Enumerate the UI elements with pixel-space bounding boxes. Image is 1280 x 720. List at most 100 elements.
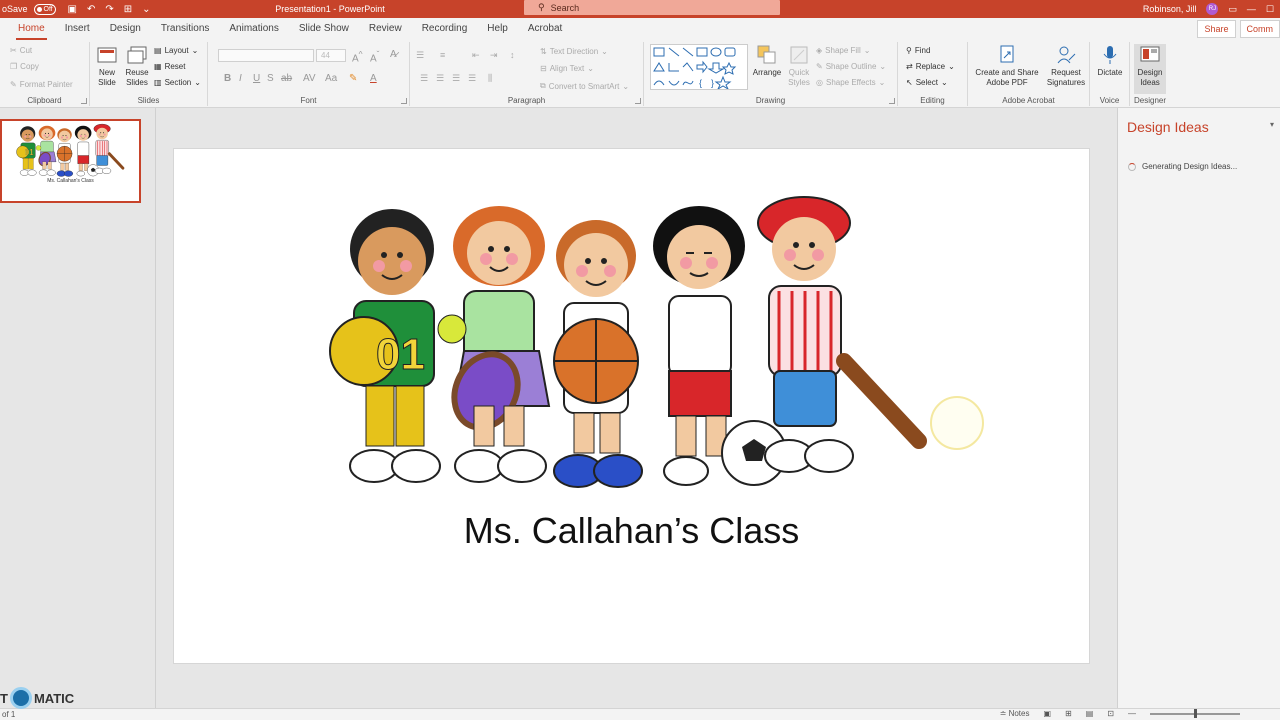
change-case-icon[interactable]: Aa	[325, 73, 337, 84]
columns-icon[interactable]: ⫼	[488, 73, 492, 84]
font-color-icon[interactable]: A	[370, 73, 377, 84]
ribbon-display-icon[interactable]: ▭	[1228, 4, 1237, 15]
tab-help[interactable]: Help	[477, 18, 518, 40]
text-direction-button[interactable]: ⇅ Text Direction ⌄	[540, 47, 608, 56]
smartart-icon: ⧉	[540, 81, 546, 90]
copy-icon: ❐	[10, 62, 18, 71]
slideshow-view-icon[interactable]: ⊡	[1107, 709, 1114, 718]
find-button[interactable]: ⚲ Find	[906, 46, 930, 55]
reading-view-icon[interactable]: ▤	[1086, 709, 1094, 718]
paragraph-launcher[interactable]	[635, 98, 641, 104]
numbering-icon[interactable]: ≡	[440, 50, 445, 60]
decrease-font-icon[interactable]: Aˇ	[370, 49, 379, 64]
decrease-indent-icon[interactable]: ⇤	[472, 50, 480, 61]
search-placeholder: Search	[550, 2, 580, 13]
design-ideas-icon	[1139, 44, 1161, 66]
tab-transitions[interactable]: Transitions	[151, 18, 220, 40]
search-icon: ⚲	[538, 2, 545, 12]
paragraph-label: Paragraph	[507, 96, 546, 105]
select-button[interactable]: ↖ Select ⌄	[906, 78, 948, 87]
screencast-watermark: T MATIC	[0, 687, 74, 709]
cursor-highlight	[930, 396, 984, 450]
bold-icon[interactable]: B	[224, 73, 231, 84]
thumbnail-kids-image	[15, 123, 125, 178]
align-right-icon[interactable]: ☰	[452, 73, 460, 84]
justify-icon[interactable]: ☰	[468, 73, 476, 84]
align-text-button[interactable]: ⊟ Align Text ⌄	[540, 64, 594, 73]
reuse-slides-button[interactable]: Reuse Slides	[124, 44, 150, 88]
user-name: Robinson, Jill	[1142, 4, 1197, 14]
slide-thumbnail-1[interactable]: Ms. Callahan's Class	[0, 119, 141, 203]
shape-fill-button[interactable]: ◈ Shape Fill ⌄	[816, 46, 870, 55]
highlight-icon[interactable]: ✎	[349, 73, 357, 84]
paragraph-group: ☰ ≡ ⇤ ⇥ ↕ ☰ ☰ ☰ ☰ ⫼ ⇅ Text Direction ⌄ ⊟ Al…	[410, 42, 644, 106]
share-button[interactable]: Share	[1197, 20, 1236, 38]
drawing-label: Drawing	[755, 96, 786, 105]
quick-styles-button[interactable]: Quick Styles	[784, 44, 814, 88]
layout-button[interactable]: ▤ Layout ⌄	[154, 46, 198, 55]
maximize-icon[interactable]: ☐	[1266, 4, 1274, 15]
minimize-icon[interactable]: —	[1247, 4, 1256, 14]
convert-smartart-button[interactable]: ⧉ Convert to SmartArt ⌄	[540, 81, 629, 91]
strikethrough-icon[interactable]: ab	[281, 73, 292, 84]
slide-thumbnail-pane: Ms. Callahan's Class	[0, 108, 156, 708]
tab-slide-show[interactable]: Slide Show	[289, 18, 359, 40]
zoom-out-icon[interactable]: —	[1128, 709, 1136, 718]
zoom-slider[interactable]	[1150, 708, 1240, 718]
bullets-icon[interactable]: ☰	[416, 50, 424, 61]
pane-options-icon[interactable]: ▾	[1270, 120, 1274, 129]
shapes-gallery[interactable]: {}	[650, 44, 748, 91]
tab-animations[interactable]: Animations	[219, 18, 288, 40]
align-left-icon[interactable]: ☰	[420, 73, 428, 84]
shape-effects-button[interactable]: ◎ Shape Effects ⌄	[816, 78, 885, 87]
tab-review[interactable]: Review	[359, 18, 412, 40]
clipboard-launcher[interactable]	[81, 98, 87, 104]
tab-acrobat[interactable]: Acrobat	[518, 18, 572, 40]
drawing-launcher[interactable]	[889, 98, 895, 104]
font-launcher[interactable]	[401, 98, 407, 104]
new-slide-button[interactable]: New Slide	[94, 44, 120, 88]
line-spacing-icon[interactable]: ↕	[510, 50, 515, 60]
replace-button[interactable]: ⇄ Replace ⌄	[906, 62, 955, 71]
shadow-icon[interactable]: S	[267, 73, 274, 84]
format-painter-button[interactable]: ✎ Format Painter	[10, 80, 73, 89]
underline-icon[interactable]: U	[253, 73, 260, 84]
design-ideas-title: Design Ideas	[1127, 119, 1209, 135]
create-share-pdf-button[interactable]: Create and Share Adobe PDF	[974, 44, 1040, 88]
section-icon: ▥	[154, 78, 162, 87]
reset-button[interactable]: ▦ Reset	[154, 62, 185, 71]
align-center-icon[interactable]: ☰	[436, 73, 444, 84]
tab-recording[interactable]: Recording	[412, 18, 478, 40]
slide-sorter-icon[interactable]: ⊞	[1065, 709, 1072, 718]
comments-button[interactable]: Comm	[1239, 20, 1280, 38]
section-button[interactable]: ▥ Section ⌄	[154, 78, 201, 87]
design-ideas-button[interactable]: Design Ideas	[1134, 44, 1166, 94]
slides-group: New Slide Reuse Slides ▤ Layout ⌄ ▦ Reset ▥…	[90, 42, 208, 106]
tab-insert[interactable]: Insert	[55, 18, 100, 40]
search-box[interactable]: ⚲ Search	[524, 0, 780, 15]
request-signatures-button[interactable]: Request Signatures	[1044, 44, 1088, 88]
italic-icon[interactable]: I	[239, 73, 242, 84]
spacing-icon[interactable]: AV	[303, 73, 316, 84]
increase-font-icon[interactable]: A^	[352, 49, 363, 64]
shape-outline-button[interactable]: ✎ Shape Outline ⌄	[816, 62, 886, 71]
kids-sports-clipart[interactable]: 01	[324, 191, 934, 501]
increase-indent-icon[interactable]: ⇥	[490, 50, 498, 61]
avatar[interactable]: RJ	[1206, 3, 1219, 15]
normal-view-icon[interactable]: ▣	[1043, 709, 1051, 718]
cut-button[interactable]: ✂ Cut	[10, 46, 32, 55]
notes-button[interactable]: ≐ Notes	[1000, 709, 1030, 718]
font-size-box[interactable]: 44	[316, 49, 346, 62]
arrange-button[interactable]: Arrange	[752, 44, 782, 78]
clear-formatting-icon[interactable]: A̷	[390, 49, 397, 60]
copy-button[interactable]: ❐ Copy	[10, 62, 39, 71]
ribbon: ✂ Cut ❐ Copy ✎ Format Painter Clipboard New…	[0, 40, 1280, 108]
tab-design[interactable]: Design	[100, 18, 151, 40]
reset-icon: ▦	[154, 62, 162, 71]
tab-home[interactable]: Home	[8, 18, 55, 40]
dictate-button[interactable]: Dictate	[1094, 44, 1126, 78]
font-name-box[interactable]	[218, 49, 314, 62]
signature-icon	[1055, 44, 1077, 66]
slide-title[interactable]: Ms. Callahan’s Class	[174, 510, 1089, 552]
arrange-icon	[756, 44, 778, 66]
